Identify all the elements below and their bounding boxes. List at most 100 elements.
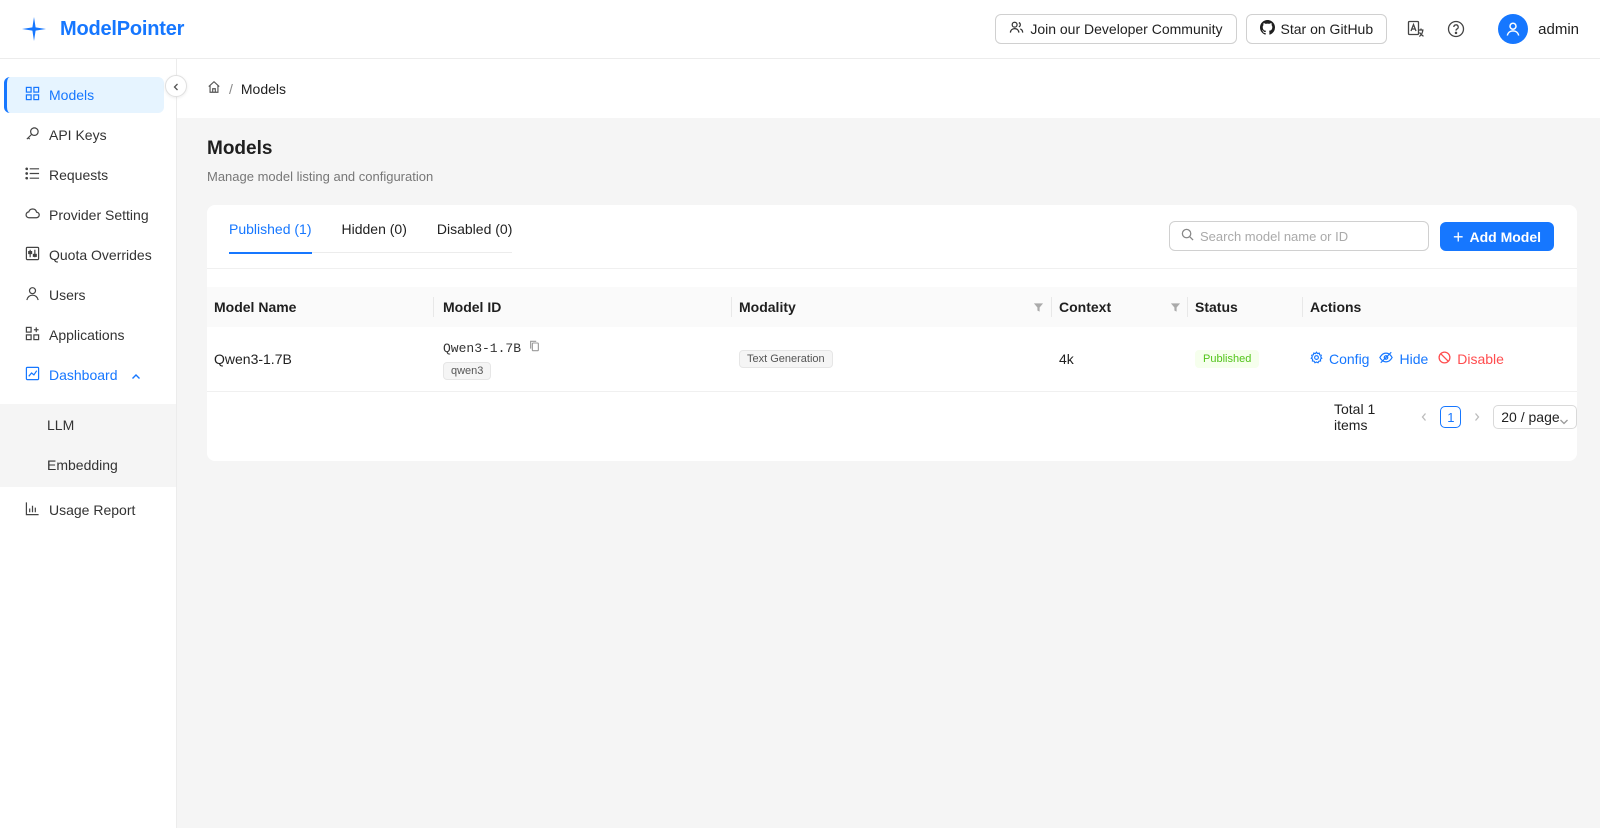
gear-icon bbox=[1310, 351, 1329, 367]
config-action[interactable]: Config bbox=[1310, 351, 1369, 367]
page-title: Models bbox=[207, 138, 273, 159]
divider bbox=[207, 268, 1577, 269]
context-filter-icon[interactable] bbox=[1170, 300, 1181, 316]
translate-icon[interactable] bbox=[1404, 17, 1428, 41]
sidebar-subitem-embedding[interactable]: Embedding bbox=[47, 457, 118, 473]
disable-action[interactable]: Disable bbox=[1438, 351, 1504, 367]
list-icon bbox=[25, 166, 49, 184]
column-header-context[interactable]: Context bbox=[1059, 287, 1111, 327]
github-star-button[interactable]: Star on GitHub bbox=[1245, 14, 1388, 44]
column-header-status[interactable]: Status bbox=[1195, 287, 1238, 327]
disable-label: Disable bbox=[1457, 351, 1504, 367]
chevron-up-icon bbox=[131, 369, 150, 385]
dashboard-submenu: LLM Embedding bbox=[0, 404, 176, 487]
sidebar-item-label: Provider Setting bbox=[49, 207, 149, 223]
model-id-text: Qwen3-1.7B bbox=[443, 340, 522, 356]
tab-hidden[interactable]: Hidden (0) bbox=[342, 205, 407, 253]
sidebar: Models API Keys Requests Provider Settin… bbox=[0, 59, 177, 828]
tab-published[interactable]: Published (1) bbox=[229, 205, 312, 254]
column-header-model-name[interactable]: Model Name bbox=[214, 287, 296, 327]
sidebar-item-usage-report[interactable]: Usage Report bbox=[4, 492, 164, 528]
search-input[interactable] bbox=[1200, 228, 1420, 244]
sidebar-item-users[interactable]: Users bbox=[4, 277, 164, 313]
sparkle-logo-icon bbox=[20, 15, 48, 43]
home-icon[interactable] bbox=[207, 80, 221, 97]
github-star-label: Star on GitHub bbox=[1280, 21, 1374, 37]
developer-community-label: Join our Developer Community bbox=[1030, 21, 1223, 37]
sidebar-item-label: API Keys bbox=[49, 127, 107, 143]
sidebar-item-provider-setting[interactable]: Provider Setting bbox=[4, 197, 164, 233]
tab-disabled[interactable]: Disabled (0) bbox=[437, 205, 512, 253]
chevron-down-icon bbox=[1559, 413, 1569, 429]
column-divider bbox=[1187, 297, 1188, 317]
total-items: Total 1 items bbox=[1334, 401, 1376, 433]
plus-icon: + bbox=[1452, 226, 1464, 247]
column-header-modality[interactable]: Modality bbox=[739, 287, 796, 327]
page-size-value: 20 / page bbox=[1501, 409, 1560, 425]
modality-cell: Text Generation bbox=[739, 349, 833, 368]
page-1-button[interactable]: 1 bbox=[1440, 406, 1462, 428]
sidebar-item-label: Dashboard bbox=[49, 367, 118, 383]
sidebar-item-label: Requests bbox=[49, 167, 109, 183]
sidebar-item-requests[interactable]: Requests bbox=[4, 157, 164, 193]
model-id-cell: Qwen3-1.7B bbox=[443, 340, 540, 356]
sidebar-collapse-button[interactable] bbox=[165, 75, 187, 97]
pagination: Total 1 items 1 20 / page bbox=[1334, 401, 1577, 433]
column-divider bbox=[1051, 297, 1052, 317]
column-header-actions: Actions bbox=[1310, 299, 1362, 315]
cloud-icon bbox=[25, 206, 49, 224]
column-divider bbox=[1302, 297, 1303, 317]
hide-action[interactable]: Hide bbox=[1379, 351, 1428, 367]
top-header: ModelPointer Join our Developer Communit… bbox=[0, 0, 1600, 59]
breadcrumb-separator: / bbox=[229, 80, 233, 97]
model-name-cell: Qwen3-1.7B bbox=[214, 351, 292, 367]
avatar-user-icon bbox=[1498, 14, 1529, 44]
sidebar-item-label: Models bbox=[49, 87, 95, 103]
bar-chart-icon bbox=[25, 501, 49, 519]
chevron-left-icon bbox=[172, 78, 180, 94]
user-menu[interactable]: admin bbox=[1498, 14, 1580, 44]
hide-label: Hide bbox=[1399, 351, 1429, 367]
search-icon bbox=[1181, 228, 1194, 244]
community-icon bbox=[1009, 20, 1030, 38]
sidebar-item-label: Quota Overrides bbox=[49, 247, 152, 263]
model-id-tag-cell: qwen3 bbox=[443, 361, 492, 380]
grid-icon bbox=[25, 86, 49, 104]
sidebar-item-label: Applications bbox=[49, 327, 125, 343]
add-model-label: Add Model bbox=[1469, 228, 1542, 245]
sidebar-item-dashboard[interactable]: Dashboard bbox=[4, 357, 164, 393]
actions-cell: Config Hide Disable bbox=[1310, 351, 1514, 367]
table-row: Qwen3-1.7B Qwen3-1.7B qwen3 Text Generat… bbox=[207, 327, 1577, 392]
models-card: Published (1) Hidden (0) Disabled (0) + … bbox=[207, 205, 1577, 461]
app-name: ModelPointer bbox=[60, 17, 185, 40]
sidebar-item-applications[interactable]: Applications bbox=[4, 317, 164, 353]
sliders-icon bbox=[25, 246, 49, 264]
column-divider bbox=[433, 297, 434, 317]
status-badge: Published bbox=[1195, 350, 1260, 368]
config-label: Config bbox=[1329, 351, 1370, 367]
breadcrumb: / Models bbox=[177, 59, 1600, 118]
page-description: Manage model listing and configuration bbox=[207, 169, 434, 184]
sidebar-item-api-keys[interactable]: API Keys bbox=[4, 117, 164, 153]
ban-icon bbox=[1438, 351, 1457, 367]
column-header-model-id[interactable]: Model ID bbox=[443, 287, 501, 327]
context-cell: 4k bbox=[1059, 351, 1074, 367]
modality-filter-icon[interactable] bbox=[1033, 300, 1044, 316]
copy-icon[interactable] bbox=[529, 340, 540, 356]
user-name: admin bbox=[1538, 20, 1579, 38]
add-model-button[interactable]: + Add Model bbox=[1440, 222, 1554, 251]
prev-page-icon[interactable] bbox=[1420, 409, 1428, 425]
next-page-icon[interactable] bbox=[1473, 409, 1481, 425]
sidebar-subitem-llm[interactable]: LLM bbox=[47, 417, 74, 433]
apps-icon bbox=[25, 326, 49, 344]
brand[interactable]: ModelPointer bbox=[20, 15, 184, 43]
developer-community-button[interactable]: Join our Developer Community bbox=[995, 14, 1237, 44]
help-icon[interactable] bbox=[1444, 17, 1468, 41]
model-tabs: Published (1) Hidden (0) Disabled (0) bbox=[229, 205, 513, 254]
sidebar-item-quota-overrides[interactable]: Quota Overrides bbox=[4, 237, 164, 273]
column-divider bbox=[731, 297, 732, 317]
sidebar-item-models[interactable]: Models bbox=[4, 77, 164, 113]
github-icon bbox=[1259, 20, 1281, 38]
page-size-select[interactable]: 20 / page bbox=[1493, 405, 1577, 429]
modality-tag: Text Generation bbox=[739, 350, 833, 368]
